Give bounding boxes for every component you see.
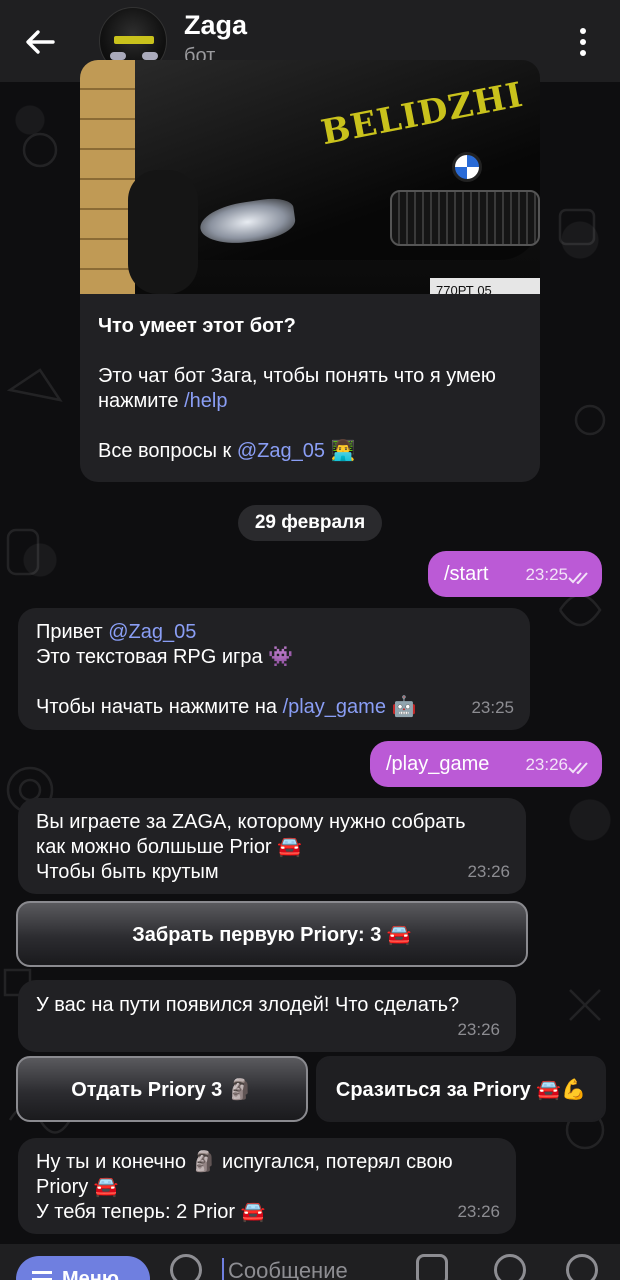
bot-menu-button[interactable]: Меню <box>16 1256 150 1280</box>
chat-title[interactable]: Zaga <box>184 10 247 41</box>
message-text: /start <box>444 563 489 585</box>
outgoing-message[interactable]: /play_game 23:26 <box>370 741 602 787</box>
incoming-message[interactable]: Вы играете за ZAGA, которому нужно собра… <box>18 798 526 894</box>
contact-mention-link[interactable]: @Zag_05 <box>237 440 325 462</box>
technologist-emoji: 👨‍💻 <box>330 440 356 462</box>
back-arrow-icon[interactable] <box>20 22 60 62</box>
message-time: 23:26 <box>457 1020 500 1039</box>
message-time: 23:26 <box>467 862 510 881</box>
incoming-message[interactable]: У вас на пути появился злодей! Что сдела… <box>18 980 516 1052</box>
microphone-icon[interactable] <box>566 1254 598 1280</box>
message-text: Вы играете за ZAGA, которому нужно собра… <box>36 811 466 883</box>
message-input[interactable]: Сообщение <box>228 1258 348 1280</box>
bot-commands-icon[interactable] <box>416 1254 448 1280</box>
user-mention-link[interactable]: @Zag_05 <box>108 621 196 643</box>
help-command-link[interactable]: /help <box>184 390 227 412</box>
message-text: Ну ты и конечно 🗿 испугался, потерял сво… <box>36 1151 453 1223</box>
text-caret <box>222 1258 224 1280</box>
message-composer: Меню Сообщение <box>0 1244 620 1280</box>
bot-description-photo[interactable]: BELIDZHI 770РТ 05 <box>80 60 540 294</box>
bot-description-card: BELIDZHI 770РТ 05 Что умеет этот бот? Эт… <box>80 60 540 482</box>
photo-license-plate: 770РТ 05 <box>430 278 540 294</box>
incoming-message[interactable]: Ну ты и конечно 🗿 испугался, потерял сво… <box>18 1138 516 1234</box>
message-text: Привет @Zag_05 Это текстовая RPG игра 👾 … <box>36 621 417 718</box>
message-time: 23:26 <box>525 755 568 774</box>
menu-button-label: Меню <box>62 1267 119 1280</box>
bot-description-heading: Что умеет этот бот? <box>98 315 296 337</box>
message-text: У вас на пути появился злодей! Что сдела… <box>36 994 460 1016</box>
message-time: 23:25 <box>525 565 568 584</box>
bot-contact-text: Все вопросы к @Zag_05 👨‍💻 <box>98 440 356 462</box>
message-text: /play_game <box>386 753 490 775</box>
double-check-icon <box>568 762 588 774</box>
car-logo-icon <box>452 152 482 182</box>
emoji-icon[interactable] <box>170 1254 202 1280</box>
double-check-icon <box>568 572 588 584</box>
bot-description-text: Это чат бот Зага, чтобы понять что я уме… <box>98 365 496 412</box>
play-game-command-link[interactable]: /play_game <box>283 696 386 718</box>
take-first-priory-button[interactable]: Забрать первую Priory: 3 🚘 <box>16 901 528 967</box>
attach-icon[interactable] <box>494 1254 526 1280</box>
message-time: 23:26 <box>457 1202 500 1221</box>
give-priory-button[interactable]: Отдать Priory 3 🗿 <box>16 1056 308 1122</box>
fight-for-priory-button[interactable]: Сразиться за Priory 🚘💪 <box>316 1056 606 1122</box>
message-time: 23:25 <box>471 698 514 717</box>
incoming-message[interactable]: Привет @Zag_05 Это текстовая RPG игра 👾 … <box>18 608 530 730</box>
menu-icon <box>32 1270 52 1280</box>
date-separator: 29 февраля <box>238 505 382 541</box>
more-options-icon[interactable] <box>566 22 600 62</box>
outgoing-message[interactable]: /start 23:25 <box>428 551 602 597</box>
